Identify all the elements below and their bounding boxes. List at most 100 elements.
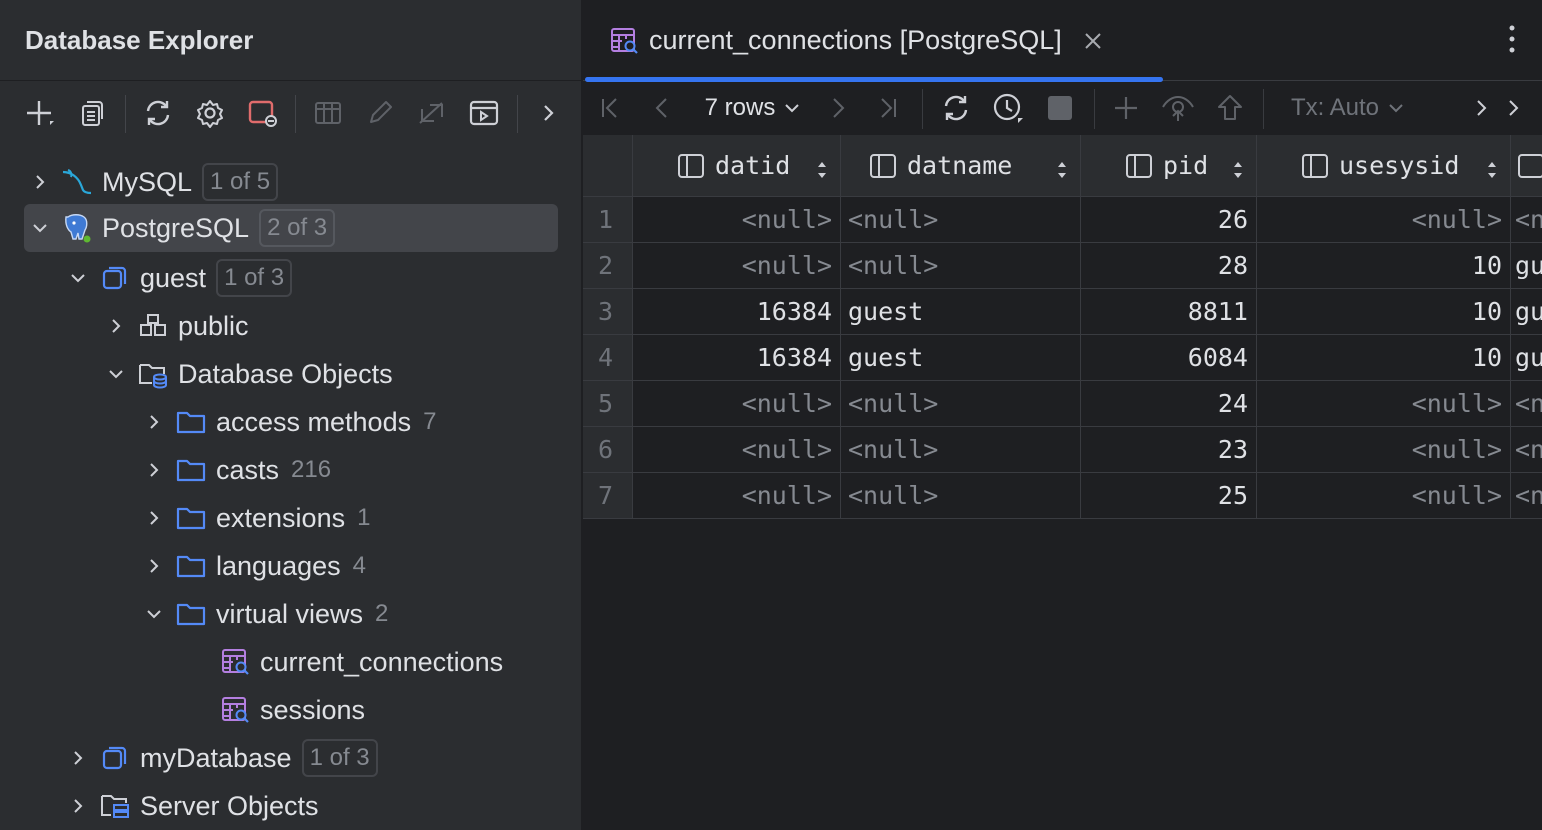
chevron-down-icon[interactable] — [26, 214, 54, 242]
tree-node-postgresql[interactable]: PostgreSQL 2 of 3 — [24, 204, 558, 252]
cell-pid[interactable]: 6084 — [1081, 335, 1257, 381]
cell-datname[interactable]: guest — [841, 335, 1081, 381]
cell-pid[interactable]: 24 — [1081, 381, 1257, 427]
chevron-right-icon[interactable] — [140, 552, 168, 580]
chevron-down-icon[interactable] — [102, 360, 130, 388]
chevron-down-icon[interactable] — [64, 264, 92, 292]
first-page-icon[interactable] — [595, 89, 625, 127]
add-row-icon[interactable] — [1109, 89, 1143, 127]
history-icon[interactable] — [989, 89, 1027, 127]
copy-icon[interactable] — [74, 95, 110, 131]
submit-icon[interactable] — [1213, 89, 1247, 127]
tree-node-mydatabase[interactable]: myDatabase 1 of 3 — [64, 734, 378, 782]
cell-datid[interactable]: 16384 — [633, 335, 841, 381]
cell-datid[interactable]: <null> — [633, 427, 841, 473]
console-icon[interactable] — [466, 95, 502, 131]
chevron-right-icon[interactable] — [64, 744, 92, 772]
sort-icon[interactable] — [1056, 157, 1068, 186]
tree-node-virtual-views[interactable]: virtual views 2 — [140, 590, 388, 638]
chevron-right-icon[interactable] — [102, 312, 130, 340]
cell-datid[interactable]: 16384 — [633, 289, 841, 335]
cell-datid[interactable]: <null> — [633, 197, 841, 243]
tree-node-languages[interactable]: languages 4 — [140, 542, 366, 590]
cell-datid[interactable]: <null> — [633, 381, 841, 427]
settings-icon[interactable] — [192, 95, 228, 131]
cell-datname[interactable]: <null> — [841, 197, 1081, 243]
stop-icon[interactable] — [1043, 89, 1077, 127]
column-header-usesysid[interactable]: usesysid — [1257, 135, 1511, 197]
edit-icon[interactable] — [362, 95, 398, 131]
next-page-icon[interactable] — [823, 89, 853, 127]
cell-partial[interactable]: <n — [1511, 381, 1542, 427]
cell-partial[interactable]: gu — [1511, 335, 1542, 381]
cell-pid[interactable]: 8811 — [1081, 289, 1257, 335]
sort-icon[interactable] — [1486, 157, 1498, 186]
cell-partial[interactable]: <n — [1511, 197, 1542, 243]
cell-datname[interactable]: <null> — [841, 427, 1081, 473]
last-page-icon[interactable] — [873, 89, 903, 127]
chevron-down-icon[interactable] — [140, 600, 168, 628]
chevron-right-icon[interactable] — [1499, 89, 1527, 127]
refresh-icon[interactable] — [937, 89, 975, 127]
cell-datname[interactable]: guest — [841, 289, 1081, 335]
column-header-pid[interactable]: pid — [1081, 135, 1257, 197]
previous-page-icon[interactable] — [647, 89, 677, 127]
editor-tabbar: current_connections [PostgreSQL] — [583, 0, 1542, 81]
cell-pid[interactable]: 28 — [1081, 243, 1257, 289]
cell-pid[interactable]: 23 — [1081, 427, 1257, 473]
cell-usesysid[interactable]: <null> — [1257, 197, 1511, 243]
transaction-mode-dropdown[interactable]: Tx: Auto — [1283, 89, 1413, 127]
tree-node-current-connections[interactable]: current_connections — [212, 638, 503, 686]
column-header-datid[interactable]: datid — [633, 135, 841, 197]
cell-usesysid[interactable]: 10 — [1257, 289, 1511, 335]
sort-icon[interactable] — [816, 157, 828, 186]
chevron-right-icon[interactable] — [26, 168, 54, 196]
tree-node-server-objects[interactable]: Server Objects — [64, 782, 319, 830]
chevron-right-icon[interactable] — [530, 95, 566, 131]
cell-partial[interactable]: gu — [1511, 243, 1542, 289]
chevron-right-icon[interactable] — [64, 792, 92, 820]
column-icon — [1301, 153, 1329, 179]
chevron-right-icon[interactable] — [140, 456, 168, 484]
cell-pid[interactable]: 26 — [1081, 197, 1257, 243]
database-objects-icon — [136, 357, 170, 391]
tree-node-guest[interactable]: guest 1 of 3 — [64, 254, 292, 302]
more-options-icon[interactable] — [1508, 24, 1516, 59]
cell-usesysid[interactable]: <null> — [1257, 427, 1511, 473]
tree-node-extensions[interactable]: extensions 1 — [140, 494, 370, 542]
cell-usesysid[interactable]: <null> — [1257, 381, 1511, 427]
chevron-right-icon[interactable] — [140, 504, 168, 532]
tab-current-connections[interactable]: current_connections [PostgreSQL] — [583, 0, 1163, 81]
cell-partial[interactable]: <n — [1511, 427, 1542, 473]
close-icon[interactable] — [1084, 25, 1102, 57]
cell-datid[interactable]: <null> — [633, 243, 841, 289]
chevron-right-icon[interactable] — [140, 408, 168, 436]
cell-datname[interactable]: <null> — [841, 243, 1081, 289]
rows-dropdown[interactable]: 7 rows — [695, 89, 811, 127]
cell-partial[interactable]: <n — [1511, 473, 1542, 519]
column-header-datname[interactable]: datname — [841, 135, 1081, 197]
cell-usesysid[interactable]: 10 — [1257, 335, 1511, 381]
cell-pid[interactable]: 25 — [1081, 473, 1257, 519]
refresh-icon[interactable] — [140, 95, 176, 131]
disconnect-icon[interactable] — [244, 95, 280, 131]
preview-changes-icon[interactable] — [1159, 89, 1197, 127]
cell-datname[interactable]: <null> — [841, 473, 1081, 519]
tree-node-public[interactable]: public — [102, 302, 249, 350]
cell-usesysid[interactable]: 10 — [1257, 243, 1511, 289]
column-header-partial[interactable] — [1511, 135, 1542, 197]
tree-node-casts[interactable]: casts 216 — [140, 446, 331, 494]
sort-icon[interactable] — [1232, 157, 1244, 186]
tree-node-database-objects[interactable]: Database Objects — [102, 350, 393, 398]
cell-partial[interactable]: gu — [1511, 289, 1542, 335]
add-icon[interactable] — [21, 95, 57, 131]
tree-node-sessions[interactable]: sessions — [212, 686, 365, 734]
cell-usesysid[interactable]: <null> — [1257, 473, 1511, 519]
cell-datname[interactable]: <null> — [841, 381, 1081, 427]
chevron-right-icon[interactable] — [1467, 89, 1495, 127]
tree-node-access-methods[interactable]: access methods 7 — [140, 398, 436, 446]
compare-icon[interactable] — [414, 95, 450, 131]
table-icon[interactable] — [310, 95, 346, 131]
tree-node-mysql[interactable]: MySQL 1 of 5 — [26, 158, 558, 206]
cell-datid[interactable]: <null> — [633, 473, 841, 519]
